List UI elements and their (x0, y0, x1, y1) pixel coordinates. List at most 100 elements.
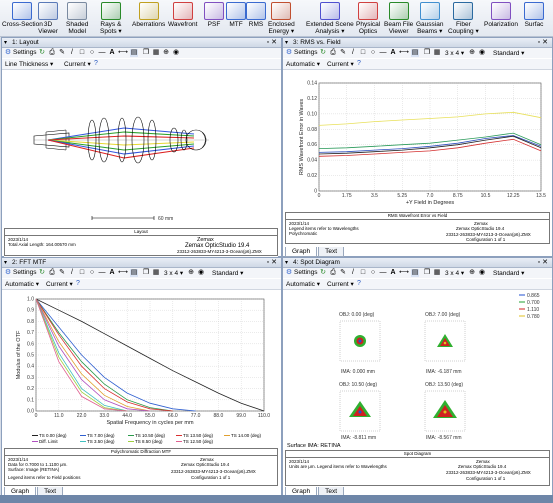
zoom-icon[interactable]: ⊕ (162, 49, 170, 57)
rotate-icon[interactable]: ◉ (478, 269, 486, 277)
copy-icon[interactable]: ❐ (423, 49, 431, 57)
lock-icon[interactable]: ▤ (130, 49, 138, 57)
ribbon-button-cross-section[interactable]: Cross-Section (2, 0, 43, 36)
grid-icon[interactable]: ▦ (433, 269, 441, 277)
ribbon-button-wavefront[interactable]: Wavefront (168, 0, 197, 36)
copy-icon[interactable]: ❐ (142, 49, 150, 57)
ribbon-button-rays[interactable]: Rays & Spots ▾ (100, 0, 122, 36)
current-dropdown[interactable]: Current ▾ (46, 280, 73, 288)
tab-text[interactable]: Text (318, 247, 344, 257)
line-icon[interactable]: / (68, 269, 76, 277)
dimension-icon[interactable]: ⟷ (118, 49, 128, 57)
help-icon[interactable]: ? (74, 280, 82, 288)
rectangle-icon[interactable]: □ (78, 49, 86, 57)
ribbon-button-aberrations[interactable]: Aberrations (132, 0, 165, 36)
window-controls[interactable]: ▫✕ (538, 38, 550, 46)
grid-icon[interactable]: ▦ (152, 269, 160, 277)
ribbon-button-enclosed[interactable]: Enclosed Energy ▾ (268, 0, 295, 36)
pin-icon[interactable]: ▾ (4, 259, 7, 266)
ribbon-button-rms[interactable]: RMS (246, 0, 266, 36)
tab-graph[interactable]: Graph (285, 247, 318, 257)
ribbon-button-extended-scene[interactable]: Extended Scene Analysis ▾ (306, 0, 354, 36)
window-controls[interactable]: ▫✕ (538, 258, 550, 266)
ribbon-button-fiber[interactable]: Fiber Coupling ▾ (448, 0, 479, 36)
pencil-icon[interactable]: ✎ (58, 269, 66, 277)
automatic-dropdown[interactable]: Automatic ▾ (286, 60, 320, 68)
window-controls[interactable]: ▫✕ (267, 38, 279, 46)
refresh-icon[interactable]: ↻ (38, 269, 46, 277)
standard-dropdown[interactable]: Standard ▾ (212, 269, 243, 277)
grid-icon[interactable]: ▦ (152, 49, 160, 57)
pencil-icon[interactable]: ✎ (339, 269, 347, 277)
window-controls[interactable]: ▫✕ (267, 258, 279, 266)
help-icon[interactable]: ? (92, 60, 100, 68)
zoom-icon[interactable]: ⊕ (187, 269, 195, 277)
settings-button[interactable]: Settings (294, 269, 318, 276)
zoom-icon[interactable]: ⊕ (468, 49, 476, 57)
text-icon[interactable]: A (389, 269, 397, 277)
copy-icon[interactable]: ❐ (423, 269, 431, 277)
current-dropdown[interactable]: Current ▾ (64, 60, 91, 68)
spot-titlebar[interactable]: ▾ 4: Spot Diagram ▫✕ (283, 258, 552, 268)
ribbon-button-beam-file[interactable]: Beam File Viewer (384, 0, 413, 36)
grid-layout-dropdown[interactable]: 3 x 4 ▾ (445, 269, 464, 277)
line-tool-icon[interactable]: — (98, 269, 106, 277)
zoom-icon[interactable]: ⊕ (468, 269, 476, 277)
line-thickness-dropdown[interactable]: Line Thickness ▾ (5, 60, 53, 68)
line-tool-icon[interactable]: — (379, 269, 387, 277)
help-icon[interactable]: ? (355, 60, 363, 68)
ribbon-button-surfac[interactable]: Surfac (524, 0, 544, 36)
refresh-icon[interactable]: ↻ (319, 269, 327, 277)
ribbon-button-psf[interactable]: PSF (204, 0, 224, 36)
rectangle-icon[interactable]: □ (78, 269, 86, 277)
settings-icon[interactable]: ⚙ (4, 49, 12, 57)
line-tool-icon[interactable]: — (98, 49, 106, 57)
line-icon[interactable]: / (68, 49, 76, 57)
refresh-icon[interactable]: ↻ (319, 49, 327, 57)
current-dropdown[interactable]: Current ▾ (327, 60, 354, 68)
ribbon-button-3d[interactable]: 3D Viewer (38, 0, 58, 36)
settings-button[interactable]: Settings (294, 49, 318, 56)
line-icon[interactable]: / (349, 269, 357, 277)
lock-icon[interactable]: ▤ (411, 269, 419, 277)
ellipse-icon[interactable]: ○ (369, 49, 377, 57)
grid-icon[interactable]: ▦ (433, 49, 441, 57)
ribbon-button-physical[interactable]: Physical Optics (356, 0, 380, 36)
print-icon[interactable]: ⎙ (48, 269, 56, 277)
automatic-dropdown[interactable]: Automatic ▾ (286, 280, 320, 288)
text-icon[interactable]: A (389, 49, 397, 57)
standard-dropdown[interactable]: Standard ▾ (493, 49, 524, 57)
rotate-icon[interactable]: ◉ (478, 49, 486, 57)
layout-titlebar[interactable]: ▾ 1: Layout ▫✕ (2, 38, 281, 48)
pin-icon[interactable]: ▾ (285, 259, 288, 266)
ribbon-button-gaussian[interactable]: Gaussian Beams ▾ (416, 0, 443, 36)
ribbon-button-polarization[interactable]: Polarization (484, 0, 518, 36)
pencil-icon[interactable]: ✎ (58, 49, 66, 57)
pencil-icon[interactable]: ✎ (339, 49, 347, 57)
ribbon-button-shaded[interactable]: Shaded Model (66, 0, 88, 36)
ellipse-icon[interactable]: ○ (369, 269, 377, 277)
standard-dropdown[interactable]: Standard ▾ (493, 269, 524, 277)
automatic-dropdown[interactable]: Automatic ▾ (5, 280, 39, 288)
settings-icon[interactable]: ⚙ (285, 269, 293, 277)
print-icon[interactable]: ⎙ (329, 49, 337, 57)
ribbon-button-mtf[interactable]: MTF (226, 0, 246, 36)
refresh-icon[interactable]: ↻ (38, 49, 46, 57)
line-icon[interactable]: / (349, 49, 357, 57)
settings-button[interactable]: Settings (13, 269, 37, 276)
pin-icon[interactable]: ▾ (4, 39, 7, 46)
grid-layout-dropdown[interactable]: 3 x 4 ▾ (164, 269, 183, 277)
rotate-icon[interactable]: ◉ (197, 269, 205, 277)
rms-titlebar[interactable]: ▾ 3: RMS vs. Field ▫✕ (283, 38, 552, 48)
help-icon[interactable]: ? (355, 280, 363, 288)
rectangle-icon[interactable]: □ (359, 269, 367, 277)
line-tool-icon[interactable]: — (379, 49, 387, 57)
print-icon[interactable]: ⎙ (329, 269, 337, 277)
lock-icon[interactable]: ▤ (411, 49, 419, 57)
settings-icon[interactable]: ⚙ (4, 269, 12, 277)
copy-icon[interactable]: ❐ (142, 269, 150, 277)
settings-button[interactable]: Settings (13, 49, 37, 56)
lock-icon[interactable]: ▤ (130, 269, 138, 277)
text-icon[interactable]: A (108, 269, 116, 277)
ellipse-icon[interactable]: ○ (88, 269, 96, 277)
